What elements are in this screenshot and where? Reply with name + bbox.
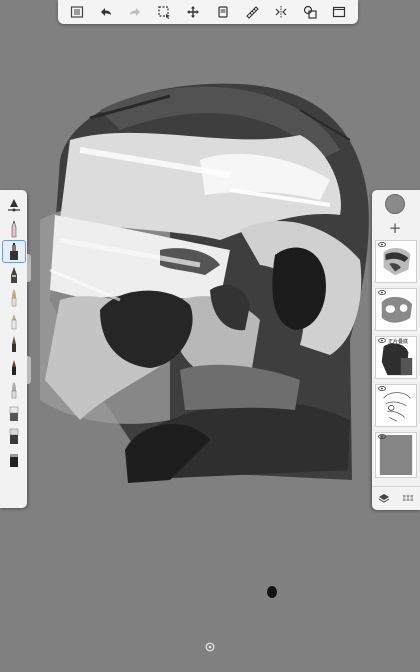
layer-panel: + 正片叠底 (372, 190, 420, 510)
ui-toggle-icon[interactable] (205, 642, 215, 652)
add-layer-button[interactable]: + (387, 220, 403, 236)
eye-icon[interactable] (378, 242, 386, 247)
marker-icon[interactable] (2, 263, 26, 286)
blend-mode-badge: 正片叠底 (388, 339, 409, 345)
background-preview (379, 435, 413, 475)
brush-palette (0, 190, 27, 508)
brush-settings-icon[interactable] (2, 194, 26, 217)
layer-thumbnail-4[interactable] (375, 384, 417, 427)
top-toolbar (58, 0, 358, 24)
symmetry-icon[interactable] (269, 2, 293, 22)
eye-icon[interactable] (378, 434, 386, 439)
background-layer-thumbnail[interactable] (375, 432, 417, 478)
stamp-icon[interactable] (2, 447, 26, 470)
fill-icon[interactable] (2, 424, 26, 447)
drawing-canvas[interactable] (0, 24, 420, 672)
brush-palette-handle[interactable] (27, 254, 31, 282)
layer-thumbnail-1[interactable] (375, 240, 417, 283)
paintbrush-icon[interactable] (2, 286, 26, 309)
fullscreen-icon[interactable] (327, 2, 351, 22)
undo-icon[interactable] (94, 2, 118, 22)
layer-thumbnail-2[interactable] (375, 288, 417, 331)
redo-icon[interactable] (123, 2, 147, 22)
layer-2-preview (381, 296, 413, 323)
smudge-icon[interactable] (2, 378, 26, 401)
color-puck[interactable] (385, 194, 405, 214)
layer-1-preview (383, 247, 411, 276)
brush-palette-handle-2[interactable] (27, 356, 31, 384)
skull-sketch (40, 83, 369, 598)
felt-pen-icon[interactable] (2, 355, 26, 378)
layer-thumbnail-3[interactable]: 正片叠底 (375, 336, 417, 379)
layer-icon[interactable] (211, 2, 235, 22)
transform-icon[interactable] (181, 2, 205, 22)
ink-pen-icon[interactable] (2, 332, 26, 355)
eraser-icon[interactable] (2, 401, 26, 424)
selection-icon[interactable] (152, 2, 176, 22)
gallery-icon[interactable] (65, 2, 89, 22)
ruler-icon[interactable] (240, 2, 264, 22)
eye-icon[interactable] (378, 290, 386, 295)
layer-4-preview (383, 392, 411, 422)
layer-panel-footer (372, 486, 420, 508)
shapes-icon[interactable] (298, 2, 322, 22)
layers-icon[interactable] (378, 492, 390, 504)
pencil-icon[interactable] (2, 217, 26, 240)
grid-icon[interactable] (402, 492, 414, 504)
chisel-icon[interactable] (2, 309, 26, 332)
eye-icon[interactable] (378, 338, 386, 343)
airbrush-icon[interactable] (1, 240, 26, 263)
eye-icon[interactable] (378, 386, 386, 391)
